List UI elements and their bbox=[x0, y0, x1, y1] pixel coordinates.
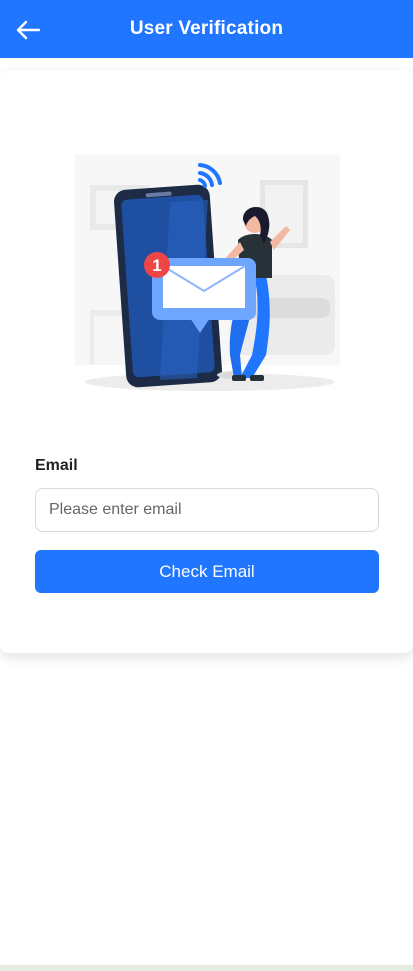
verification-card: 1 Email Check Email bbox=[0, 70, 413, 653]
notification-badge-count: 1 bbox=[152, 256, 161, 275]
email-label: Email bbox=[35, 457, 78, 474]
email-input[interactable] bbox=[35, 488, 379, 532]
arrow-left-icon bbox=[16, 20, 41, 40]
check-email-button[interactable]: Check Email bbox=[35, 550, 379, 593]
top-bar: User Verification bbox=[0, 0, 413, 58]
bottom-strip bbox=[0, 965, 413, 971]
back-button[interactable] bbox=[14, 16, 42, 44]
verification-illustration: 1 bbox=[75, 155, 340, 391]
page-title: User Verification bbox=[129, 18, 284, 39]
